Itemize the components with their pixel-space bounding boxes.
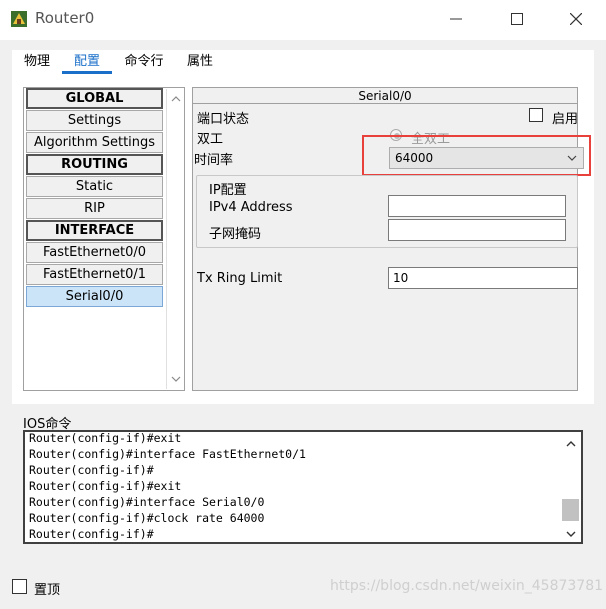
tab-bar: 物理 配置 命令行 属性 — [12, 50, 594, 74]
window-title: Router0 — [35, 9, 95, 27]
scroll-up-icon[interactable] — [167, 91, 185, 107]
console-scroll-up-icon[interactable] — [566, 437, 576, 451]
sidebar-header-global: GLOBAL — [26, 88, 163, 109]
router-app-icon — [10, 10, 28, 28]
sidebar-item-fastethernet0-0[interactable]: FastEthernet0/0 — [26, 242, 163, 263]
console-line: Router(config-if)#exit — [29, 479, 182, 493]
sidebar-item-rip[interactable]: RIP — [26, 198, 163, 219]
sidebar-item-algorithm-settings[interactable]: Algorithm Settings — [26, 132, 163, 153]
tx-ring-limit-input[interactable]: 10 — [388, 267, 578, 289]
console-line: Router(config)#interface Serial0/0 — [29, 495, 265, 509]
subnet-mask-input[interactable] — [388, 219, 566, 241]
console-scroll-down-icon[interactable] — [566, 527, 576, 541]
enable-label: 启用 — [552, 112, 579, 127]
subnet-mask-label: 子网掩码 — [209, 227, 262, 242]
tx-ring-limit-label: Tx Ring Limit — [197, 271, 283, 286]
sidebar-item-settings[interactable]: Settings — [26, 110, 163, 131]
port-status-label: 端口状态 — [197, 112, 250, 127]
console-scroll-thumb[interactable] — [562, 499, 579, 521]
ip-config-title: IP配置 — [209, 183, 247, 198]
always-on-top-label: 置顶 — [34, 583, 61, 598]
close-button[interactable] — [553, 4, 599, 34]
tab-config[interactable]: 配置 — [62, 50, 112, 74]
console-line: Router(config-if)# — [29, 463, 154, 477]
interface-title: Serial0/0 — [193, 88, 577, 104]
maximize-button[interactable] — [494, 4, 540, 34]
sidebar-item-fastethernet0-1[interactable]: FastEthernet0/1 — [26, 264, 163, 285]
tab-physical[interactable]: 物理 — [18, 50, 56, 74]
sidebar-item-serial0-0[interactable]: Serial0/0 — [26, 286, 163, 307]
sidebar-header-routing: ROUTING — [26, 154, 163, 175]
console-line: Router(config)#interface FastEthernet0/1 — [29, 447, 306, 461]
highlight-annotation-box — [362, 135, 591, 176]
sidebar-item-static[interactable]: Static — [26, 176, 163, 197]
tab-attributes[interactable]: 属性 — [182, 50, 218, 74]
duplex-label: 双工 — [197, 132, 224, 147]
sidebar-scrollbar[interactable] — [166, 89, 184, 389]
ipv4-address-input[interactable] — [388, 195, 566, 217]
tab-cli[interactable]: 命令行 — [120, 50, 168, 74]
minimize-button[interactable] — [433, 4, 479, 34]
clock-rate-label: 时间率 — [194, 153, 234, 168]
scroll-down-icon[interactable] — [167, 371, 185, 387]
watermark-text: https://blog.csdn.net/weixin_45873781 — [330, 578, 604, 594]
always-on-top-checkbox[interactable] — [12, 579, 27, 594]
console-line: Router(config-if)#clock rate 64000 — [29, 511, 265, 525]
sidebar-header-interface: INTERFACE — [26, 220, 163, 241]
enable-checkbox[interactable] — [529, 108, 543, 122]
console-scrollbar[interactable] — [562, 433, 580, 542]
console-line: Router(config-if)# — [29, 527, 154, 541]
ipv4-address-label: IPv4 Address — [209, 200, 293, 215]
console-line: Router(config-if)#exit — [29, 431, 182, 445]
